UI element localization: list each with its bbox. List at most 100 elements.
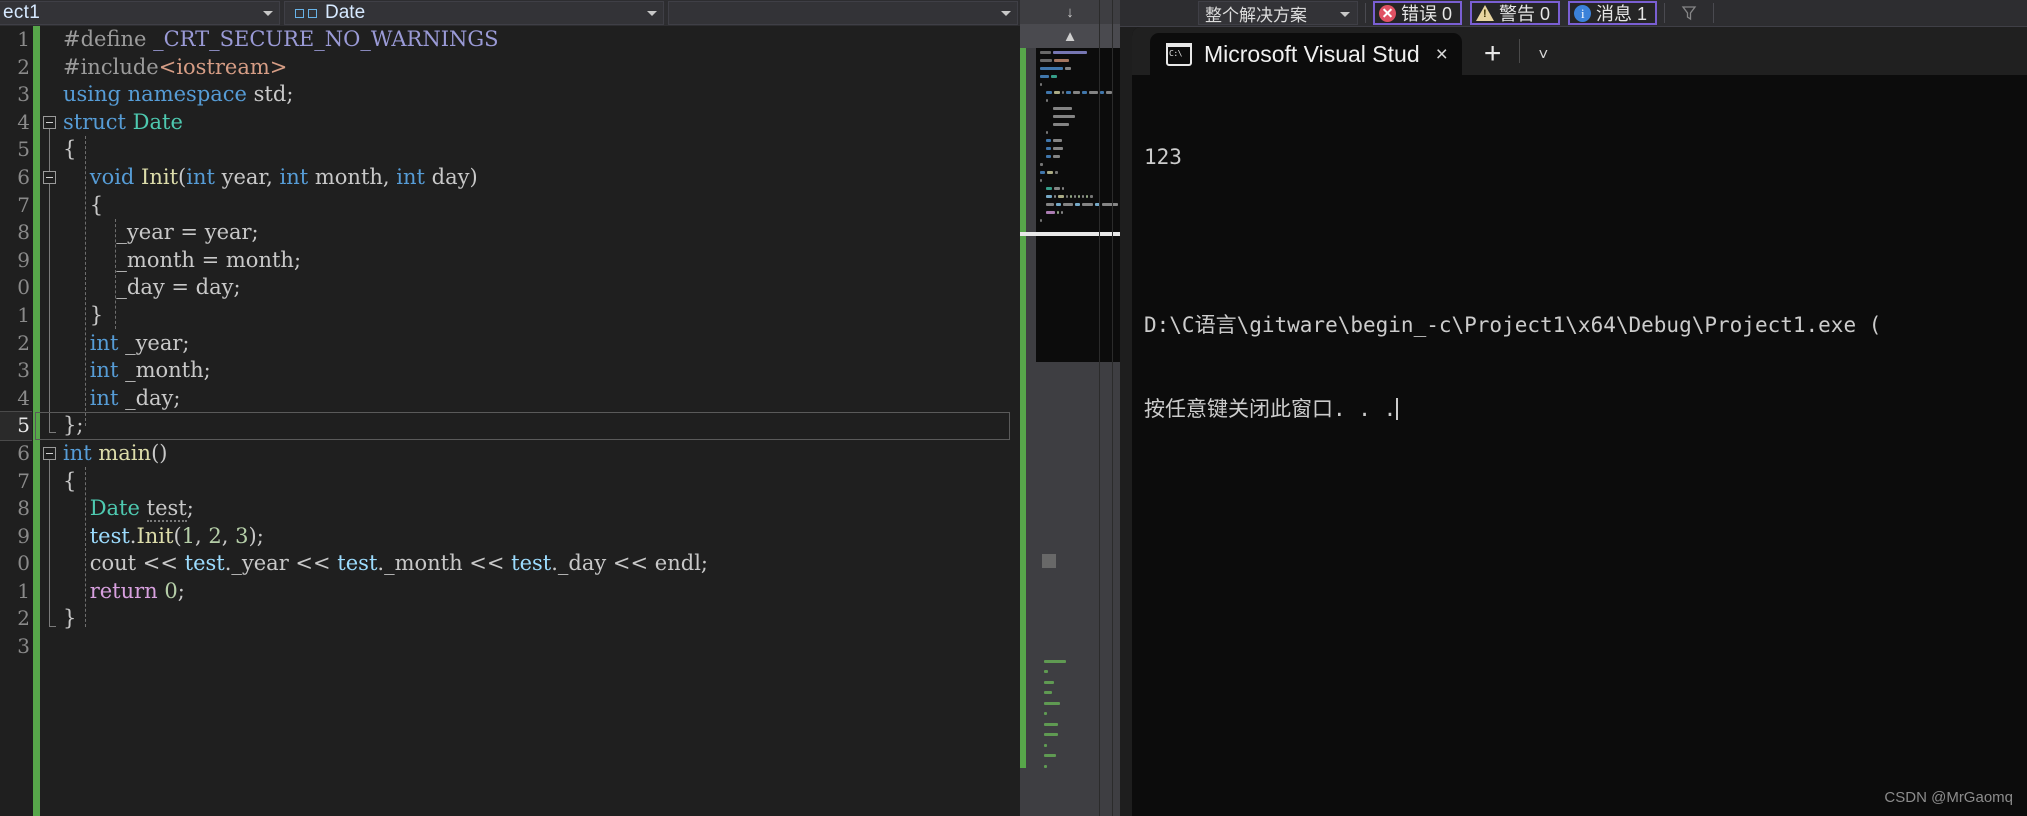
tab-microsoft-visual-studio[interactable]: Microsoft Visual Stud ×	[1150, 33, 1462, 75]
line-number: 7	[17, 192, 30, 217]
console-output[interactable]: 123 D:\C语言\gitware\begin_-c\Project1\x64…	[1132, 75, 2027, 816]
code-token: int	[396, 164, 425, 189]
minimap-segment	[1082, 90, 1087, 94]
minimap-segment	[1040, 50, 1051, 54]
minimap-segment	[1040, 82, 1042, 86]
code-token: test	[184, 551, 225, 576]
minimap-lower-segment	[1044, 670, 1048, 674]
code-text[interactable]: #define _CRT_SECURE_NO_WARNINGS #include<…	[63, 26, 1020, 816]
minimap-segment	[1058, 194, 1065, 198]
scroll-up-button[interactable]: ▲	[1020, 24, 1120, 48]
minimap-segment	[1046, 194, 1053, 198]
close-icon[interactable]: ×	[1432, 42, 1452, 67]
minimap-lower-segment	[1044, 764, 1047, 768]
minimap-lower-line	[1026, 478, 1120, 489]
warnings-filter-button[interactable]: 警告 0	[1470, 1, 1561, 25]
minimap-segment	[1062, 90, 1065, 94]
fold-guide-main	[49, 460, 50, 626]
toolbar-divider-2	[1664, 3, 1666, 23]
console-tab-title: Microsoft Visual Stud	[1204, 40, 1420, 67]
new-tab-icon[interactable]: +	[1484, 39, 1502, 69]
minimap-lower-line	[1026, 583, 1120, 594]
minimap-lower-preview[interactable]	[1026, 362, 1120, 768]
console-line-1: 123	[1144, 145, 1182, 169]
screen-root: ect1 Date 12345678901234567890123 #defin…	[0, 0, 2027, 816]
minimap-segment	[1046, 98, 1049, 102]
minimap-segment	[1040, 170, 1045, 174]
error-scope-dropdown[interactable]: 整个解决方案	[1198, 1, 1358, 25]
minimap-scroll-strip[interactable]: ↓ ▲	[1020, 0, 1120, 816]
minimap-segment	[1074, 194, 1077, 198]
minimap-segment	[1054, 90, 1061, 94]
fold-toggle-main[interactable]	[43, 447, 56, 460]
toolbar-divider	[1365, 3, 1366, 23]
minimap-lower-line	[1026, 751, 1120, 762]
minimap-segment	[1040, 178, 1042, 182]
minimap-lower-line	[1026, 562, 1120, 573]
minimap-line	[1036, 160, 1120, 168]
messages-filter-button[interactable]: 消息 1	[1568, 1, 1658, 25]
minimap-line	[1036, 72, 1120, 80]
indent-guide-1	[85, 136, 86, 426]
minimap-viewport-marker[interactable]	[1020, 232, 1120, 236]
minimap-segment	[1046, 154, 1051, 158]
chevron-down-icon[interactable]: ˅	[1538, 45, 1548, 65]
type-scope-dropdown[interactable]: Date	[284, 1, 664, 25]
minimap-segment	[1046, 138, 1051, 142]
code-folding-column[interactable]	[41, 26, 63, 816]
minimap-code-preview[interactable]	[1036, 48, 1120, 362]
type-scope-label: Date	[325, 2, 366, 23]
line-number-gutter: 12345678901234567890123	[0, 26, 32, 816]
code-line: #include<iostream>	[63, 54, 1020, 82]
project-scope-dropdown[interactable]: ect1	[0, 1, 280, 25]
minimap-line	[1036, 216, 1120, 224]
minimap-segment	[1081, 202, 1094, 206]
chevron-down-icon	[647, 11, 657, 16]
code-line: }	[63, 302, 1020, 330]
code-line: return 0;	[63, 578, 1020, 606]
struct-icon	[295, 8, 317, 18]
minimap-thumb[interactable]	[1042, 554, 1056, 568]
minimap-segment	[1064, 66, 1071, 70]
minimap-lower-line	[1026, 394, 1120, 405]
line-number: 5	[17, 137, 30, 162]
fold-toggle-struct[interactable]	[43, 116, 56, 129]
code-line: {	[63, 192, 1020, 220]
minimap-lower-line	[1026, 667, 1120, 678]
minimap-divider-2	[1112, 0, 1113, 816]
minimap-lower-segment	[1044, 743, 1047, 747]
minimap-lower-line	[1026, 446, 1120, 457]
minimap-segment	[1063, 202, 1074, 206]
minimap-lower-line	[1026, 614, 1120, 625]
code-token: month,	[308, 164, 397, 189]
minimap-lower-line	[1026, 698, 1120, 709]
scroll-down-button[interactable]: ↓	[1020, 0, 1120, 24]
code-token: 3	[235, 523, 249, 548]
minimap-line	[1036, 168, 1120, 176]
minimap-segment	[1052, 50, 1087, 54]
code-line: _year = year;	[63, 219, 1020, 247]
chevron-down-icon	[263, 11, 273, 16]
minimap-segment	[1040, 66, 1063, 70]
minimap-line	[1036, 120, 1120, 128]
minimap-segment	[1054, 170, 1058, 174]
minimap-segment	[1082, 194, 1085, 198]
minimap-lower-line	[1026, 646, 1120, 657]
minimap-lower-line	[1026, 383, 1120, 394]
minimap-lower-line	[1026, 415, 1120, 426]
filter-icon[interactable]	[1680, 4, 1698, 22]
minimap-segment	[1046, 210, 1056, 214]
minimap-lower-line	[1026, 730, 1120, 741]
editor-navigation-bar: ect1 Date	[0, 0, 1020, 27]
minimap-line	[1036, 64, 1120, 72]
code-token: test	[337, 551, 378, 576]
minimap-lower-segment	[1044, 659, 1066, 663]
minimap-line	[1036, 104, 1120, 112]
code-line: _month = month;	[63, 247, 1020, 275]
code-area[interactable]: 12345678901234567890123 #define _CRT_SEC…	[0, 26, 1020, 816]
member-scope-dropdown[interactable]	[668, 1, 1018, 25]
fold-toggle-init[interactable]	[43, 171, 56, 184]
minimap-lower-line	[1026, 457, 1120, 468]
errors-filter-button[interactable]: 错误 0	[1373, 1, 1463, 25]
warning-icon	[1476, 5, 1495, 21]
